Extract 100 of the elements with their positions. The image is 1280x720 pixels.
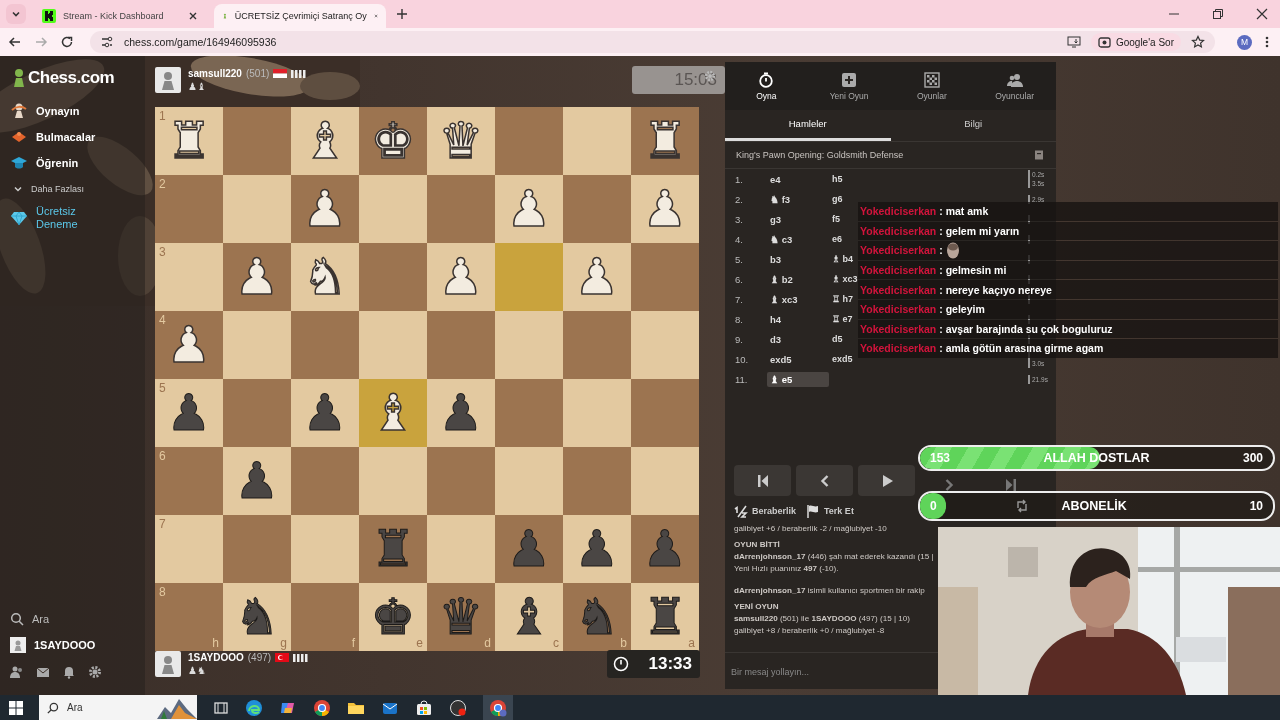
rank-label: 8 [159,585,166,599]
chess-piece[interactable]: ♜ [642,592,688,642]
move[interactable]: ♗ xc3 [829,272,861,286]
move[interactable]: d5 [829,332,846,346]
close-icon[interactable] [1256,8,1268,20]
move[interactable]: ♝ xc3 [767,291,829,307]
repeat-icon [1014,499,1029,513]
move[interactable]: e6 [829,232,845,246]
player-avatar[interactable] [155,67,181,93]
browser-tab[interactable]: Stream - Kick Dashboard [34,4,206,28]
sidebar-item[interactable]: Oynayın [10,101,80,120]
google-ask-button[interactable]: Google'a Sor [1090,33,1181,51]
panel-tab[interactable]: Bilgi [890,110,1056,141]
move[interactable]: ♞ c3 [767,231,829,247]
move[interactable]: h4 [767,311,829,327]
nav-tab[interactable]: Yeni Oyun [807,62,891,110]
start-icon[interactable] [9,700,23,715]
player-clock: 13:33 [607,650,700,678]
restore-icon[interactable] [1212,8,1224,20]
board-square[interactable]: ♟ [223,447,291,515]
player-name[interactable]: 1SAYDOOO [188,652,244,663]
nav-tab[interactable]: Oyunlar [890,62,974,110]
board-square[interactable]: ♟ [291,175,359,243]
mail-icon[interactable] [36,665,50,679]
move[interactable]: e4 [767,171,829,187]
sidebar-item[interactable]: Öğrenin [10,153,79,172]
game-action-button[interactable]: Beraberlik [734,504,797,518]
move[interactable]: g6 [829,192,846,206]
chess-piece[interactable]: ♟ [302,184,348,234]
bell-icon[interactable] [62,665,76,679]
chrome-icon[interactable] [313,698,331,717]
edge-icon[interactable] [245,698,263,717]
move[interactable]: ♖ e7 [829,312,856,326]
star-icon[interactable] [1191,35,1205,49]
chess-piece[interactable]: ♝ [506,592,552,642]
chess-piece[interactable]: ♟ [234,456,280,506]
move[interactable]: ♗ b4 [829,252,856,266]
panel-tab[interactable]: Hamleler [725,110,891,141]
chess-piece[interactable]: ♚ [370,592,416,642]
task-view-icon[interactable] [213,699,229,716]
reload-icon[interactable] [60,35,74,49]
new-tab-icon[interactable] [396,8,408,20]
game-log-line: galibiyet +6 / beraberlik -2 / mağlubiyet -10 [734,523,888,534]
chat-message: : amla götün arasına girme agam [939,342,1104,355]
player-name[interactable]: samsull220 [188,68,242,79]
chess-logo[interactable]: Chess.com [12,68,115,88]
back-icon[interactable] [8,35,22,49]
move[interactable]: ♝ b2 [767,271,829,287]
move[interactable]: ♖ h7 [829,292,856,306]
move[interactable]: ♝ e5 [767,371,829,387]
navigation-button[interactable] [734,465,791,496]
friends-icon[interactable] [10,665,24,679]
chess-piece[interactable]: ♟ [166,320,212,370]
sidebar-item[interactable]: Daha Fazlası [10,179,85,198]
profile-avatar[interactable]: M [1237,34,1252,50]
chess-piece[interactable]: ♟ [234,252,280,302]
nav-tab[interactable]: Oyna [725,62,808,110]
message-input[interactable]: Bir mesaj yollayın... [729,666,923,678]
tab-list-button[interactable] [6,4,26,24]
install-app-icon[interactable] [1066,35,1081,49]
player-avatar[interactable] [155,651,181,677]
navigation-button[interactable] [858,465,915,496]
sidebar-item[interactable]: Bulmacalar [10,127,96,146]
move[interactable]: exd5 [829,352,856,366]
profile-item[interactable]: 1SAYDOOO [10,635,96,654]
recorder-icon[interactable] [449,698,467,717]
board-square[interactable]: ♟ [427,379,495,447]
chess-piece[interactable]: ♟ [438,388,484,438]
chat-username: Yokediciserkan [860,244,937,257]
move[interactable]: d3 [767,331,829,347]
chrome-profile-taskbar-button[interactable] [483,695,513,720]
store-icon[interactable] [415,698,433,717]
nav-tab[interactable]: Oyuncular [973,62,1056,110]
move[interactable]: g3 [767,211,829,227]
move[interactable]: ♞ f3 [767,191,829,207]
search-item[interactable]: Ara [10,609,50,628]
close-icon[interactable] [188,11,198,21]
chess-piece[interactable]: ♞ [234,592,280,642]
board-square[interactable]: ♟ [223,243,291,311]
settings-icon[interactable] [88,665,102,679]
chess-piece[interactable]: ♟ [574,524,620,574]
move[interactable]: b3 [767,251,829,267]
browser-tab[interactable]: ÜCRETSİZ Çevrimiçi Satranç Oy [214,4,386,28]
address-bar[interactable]: chess.com/game/164946095936 Google'a Sor [90,31,1215,53]
book-icon[interactable] [1034,150,1044,160]
chess-piece[interactable]: ♟ [166,388,212,438]
game-action-button[interactable]: Terk Et [806,504,854,518]
chess-piece[interactable]: ♟ [302,388,348,438]
player-rating: (501) [245,68,270,79]
sidebar-item[interactable]: Ücretsiz Deneme [10,205,86,231]
move[interactable]: f5 [829,212,843,226]
move[interactable]: h5 [829,172,846,186]
taskbar-search[interactable]: Ara [39,695,197,720]
board-square[interactable]: ♜ [631,107,699,175]
move[interactable]: exd5 [767,351,829,367]
board-square[interactable]: ♟ [291,379,359,447]
chess-piece[interactable]: ♜ [642,116,688,166]
site-settings-icon[interactable] [100,35,114,49]
board-square[interactable]: ♟ [563,515,631,583]
menu-icon[interactable] [1264,35,1270,49]
